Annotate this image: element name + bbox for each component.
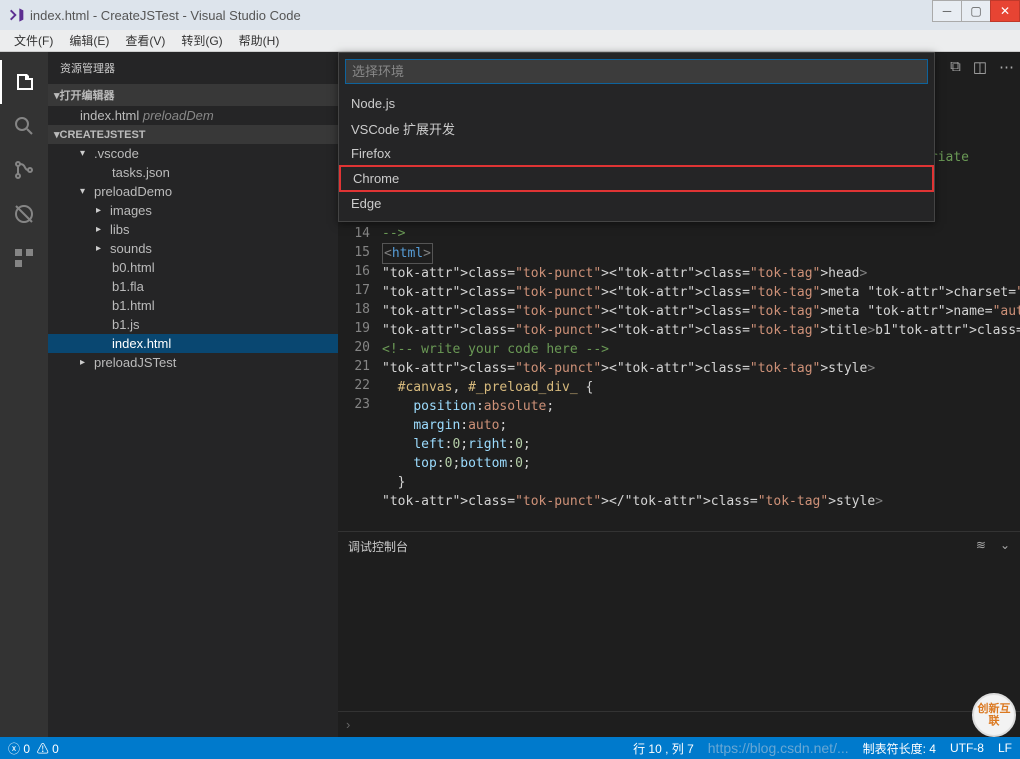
status-indent[interactable]: 制表符长度: 4 [863,740,936,757]
picker-item-edge[interactable]: Edge [339,192,934,215]
clear-console-icon[interactable]: ≋ [976,538,986,555]
folder-sounds[interactable]: ▸sounds [48,239,338,258]
activitybar [0,52,48,737]
editor-area: ⧉ ◫ ⋯ Node.js VSCode 扩展开发 Firefox Chrome… [338,52,1020,737]
editor-toolbar: ⧉ ◫ ⋯ [950,58,1014,76]
open-editor-filename: index.html [80,108,139,123]
search-icon[interactable] [0,104,48,148]
chevron-right-icon: ▸ [96,205,106,216]
status-errors[interactable]: ⓧ 0 ⚠ 0 [8,740,59,757]
folder-images[interactable]: ▸images [48,201,338,220]
menu-goto[interactable]: 转到(G) [173,32,230,49]
file-tasks-json[interactable]: tasks.json [48,163,338,182]
file-b1-js[interactable]: b1.js [48,315,338,334]
picker-list: Node.js VSCode 扩展开发 Firefox Chrome Edge [339,90,934,221]
warning-icon: ⚠ [37,742,49,756]
folder-preload-demo[interactable]: ▾preloadDemo [48,182,338,201]
watermark-badge: 创新互联 [972,693,1016,737]
extensions-icon[interactable] [0,236,48,280]
open-editors-label: 打开编辑器 [60,87,115,103]
chevron-right-icon: ▸ [96,243,106,254]
picker-item-vscode-ext[interactable]: VSCode 扩展开发 [339,115,934,142]
menubar: 文件(F) 编辑(E) 查看(V) 转到(G) 帮助(H) [0,30,1020,52]
folder-preloadjstest[interactable]: ▸preloadJSTest [48,353,338,372]
menu-edit[interactable]: 编辑(E) [61,32,117,49]
menu-view[interactable]: 查看(V) [117,32,173,49]
debug-console-title: 调试控制台 [348,538,408,555]
picker-item-nodejs[interactable]: Node.js [339,92,934,115]
picker-item-firefox[interactable]: Firefox [339,142,934,165]
folder-libs[interactable]: ▸libs [48,220,338,239]
chevron-right-icon: › [346,717,350,732]
minimize-button[interactable]: ─ [932,0,962,22]
menu-help[interactable]: 帮助(H) [231,32,288,49]
watermark-logo: 创新互联 [972,693,1016,737]
explorer-icon[interactable] [0,60,48,104]
picker-item-chrome[interactable]: Chrome [339,165,934,192]
debug-icon[interactable] [0,192,48,236]
window-controls: ─ ▢ ✕ [933,0,1020,22]
debug-console-body [338,561,1020,711]
project-header[interactable]: ▾ CREATEJSTEST [48,125,338,144]
open-editor-item[interactable]: index.html preloadDem [48,106,338,125]
close-button[interactable]: ✕ [990,0,1020,22]
more-actions-icon[interactable]: ⋯ [999,58,1014,76]
toggle-panel-icon[interactable]: ⧉ [950,58,961,76]
chevron-down-icon: ▾ [80,148,90,159]
collapse-panel-icon[interactable]: ⌄ [1000,538,1010,555]
source-control-icon[interactable] [0,148,48,192]
split-editor-icon[interactable]: ◫ [973,58,987,76]
picker-input[interactable] [345,59,928,84]
debug-console-header: 调试控制台 ≋ ⌄ [338,532,1020,561]
statusbar: ⓧ 0 ⚠ 0 行 10 , 列 7 https://blog.csdn.net… [0,737,1020,759]
workspace: 资源管理器 ▾ 打开编辑器 index.html preloadDem ▾ CR… [0,52,1020,737]
error-icon: ⓧ [8,742,20,756]
status-eol[interactable]: LF [998,741,1012,755]
titlebar: index.html - CreateJSTest - Visual Studi… [0,0,1020,30]
file-b1-fla[interactable]: b1.fla [48,277,338,296]
open-editors-header[interactable]: ▾ 打开编辑器 [48,84,338,106]
vs-logo-icon [8,7,24,23]
debug-console-input[interactable]: › [338,711,1020,737]
sidebar-explorer: 资源管理器 ▾ 打开编辑器 index.html preloadDem ▾ CR… [48,52,338,737]
status-watermark-url: https://blog.csdn.net/... [708,740,849,756]
maximize-button[interactable]: ▢ [961,0,991,22]
window-title: index.html - CreateJSTest - Visual Studi… [30,8,301,23]
open-editor-path: preloadDem [143,108,214,123]
file-b0-html[interactable]: b0.html [48,258,338,277]
debug-console-panel: 调试控制台 ≋ ⌄ › [338,531,1020,737]
file-index-html[interactable]: index.html [48,334,338,353]
project-name: CREATEJSTEST [60,129,146,141]
sidebar-title: 资源管理器 [48,52,338,84]
environment-picker: Node.js VSCode 扩展开发 Firefox Chrome Edge [338,52,935,222]
menu-file[interactable]: 文件(F) [6,32,61,49]
status-encoding[interactable]: UTF-8 [950,741,984,755]
chevron-right-icon: ▸ [96,224,106,235]
chevron-right-icon: ▸ [80,357,90,368]
file-b1-html[interactable]: b1.html [48,296,338,315]
status-cursor-pos[interactable]: 行 10 , 列 7 [633,740,694,757]
chevron-down-icon: ▾ [80,186,90,197]
folder-vscode[interactable]: ▾.vscode [48,144,338,163]
